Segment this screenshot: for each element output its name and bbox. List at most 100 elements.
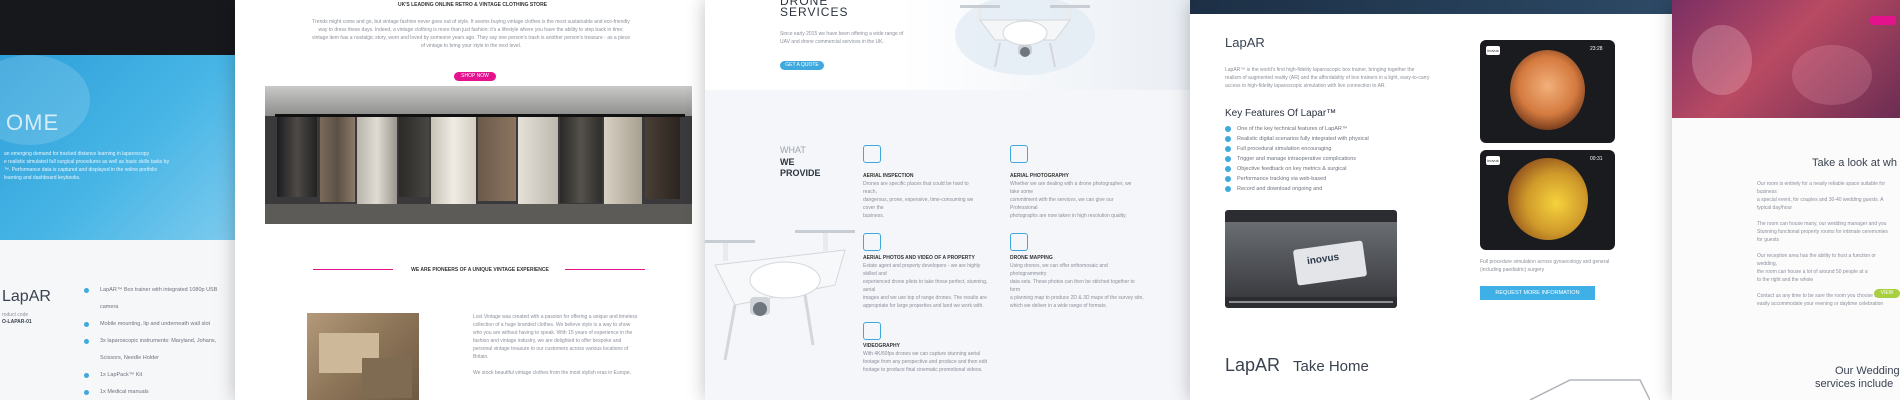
device-outline-image [1530, 379, 1650, 400]
hero-text-line: e realistic simulated full surgical proc… [4, 159, 170, 165]
feature-item: Record and download ongoing and [1225, 184, 1445, 194]
camera-icon [1010, 145, 1028, 163]
pioneers-line: personal vintage treasure to our custome… [473, 346, 629, 352]
feature-item: 3x laparoscopic instruments: Maryland, J… [84, 333, 234, 367]
inspection-icon [863, 145, 881, 163]
hero-banner: OME an emerging demand for tracked dista… [0, 55, 240, 240]
top-nav-band [1190, 0, 1680, 14]
top-dark-band [0, 0, 240, 55]
service-title: VIDEOGRAPHY [863, 343, 900, 349]
provide-label-2: WE [780, 157, 795, 167]
intro-line: way to dress these days. Indeed, a vinta… [318, 27, 624, 33]
feature-item: Full procedural simulation encouraging [1225, 144, 1445, 154]
hero-text-line: an emerging demand for tracked distance … [4, 151, 150, 157]
service-line: experienced drone pilots to take those p… [863, 279, 988, 293]
pioneers-heading: WE ARE PIONEERS OF A UNIQUE VINTAGE EXPE… [411, 267, 549, 273]
intro-line: vintage item has a nostalgic story, worn… [311, 35, 630, 41]
feature-item: LapAR™ Box trainer with integrated 1080p… [84, 282, 234, 316]
service-line: a planning map to produce 2D & 3D maps o… [1010, 295, 1144, 301]
feature-item: Realistic digital scenarios fully integr… [1225, 134, 1445, 144]
property-icon [863, 233, 881, 251]
intro-line: access to high-fidelity laparoscopic sim… [1225, 83, 1386, 89]
service-title: DRONE MAPPING [1010, 255, 1053, 261]
hero-line: UAV and drone commercial services in the… [780, 39, 884, 45]
service-line: images and we use top of range drones. T… [863, 295, 987, 301]
simulator-screen-1: inovus 23:28 [1480, 40, 1615, 143]
pioneers-line: We stock beautiful vintage clothes from … [473, 370, 632, 376]
service-line: Using drones, we can offer orthomosaic a… [1010, 263, 1108, 277]
body-line [1757, 212, 1897, 220]
service-line: footage from any perspective and produce… [863, 359, 987, 365]
pioneers-line: collection of a huge branded clothes. We… [473, 322, 631, 328]
feature-item: Objective feedback on key metrics & surg… [1225, 164, 1445, 174]
video-icon [863, 322, 881, 340]
feature-item: 1x Medical manuals [84, 384, 234, 400]
timer: 23:28 [1590, 46, 1603, 52]
view-button[interactable]: VIEW [1874, 289, 1900, 298]
feature-item: Mobile mounting, lip and underneath wall… [84, 316, 234, 333]
service-line: business. [863, 213, 885, 219]
drone-hero-image [955, 0, 1095, 75]
pioneers-line [473, 361, 693, 369]
lapar-logo: LapAR [2, 288, 51, 305]
hero-text-line: ™. Performance data is captured and disp… [4, 167, 158, 173]
body-line: Our reception area has the ability to ho… [1757, 253, 1876, 267]
service-line: data sets. These photos can then be stit… [1010, 279, 1135, 293]
take-home-title: Take Home [1293, 358, 1369, 375]
pioneers-line: Lost Vintage was created with a passion … [473, 314, 638, 320]
body-line: for guests [1757, 237, 1779, 243]
feature-item: Trigger and manage intraoperative compli… [1225, 154, 1445, 164]
shop-now-button[interactable]: SHOP NOW [454, 72, 496, 81]
take-look-heading: Take a look at wh [1812, 157, 1897, 169]
pioneers-line: fashion and vintage industry, we are del… [473, 338, 622, 344]
request-info-button[interactable]: REQUEST MORE INFORMATION [1480, 286, 1595, 300]
video-player[interactable]: inovus [1225, 210, 1397, 308]
video-progress[interactable] [1229, 301, 1393, 303]
product-code: O-LAPAR-01 [2, 319, 32, 325]
intro-line: Trends might come and go, but vintage fa… [312, 19, 630, 25]
service-line: Whether we are dealing with a drone phot… [1010, 181, 1132, 195]
store-heading: UK'S LEADING ONLINE RETRO & VINTAGE CLOT… [397, 2, 548, 8]
lapar-screenshot-left: OME an emerging demand for tracked dista… [0, 0, 240, 400]
service-title: AERIAL PHOTOGRAPHY [1010, 173, 1069, 179]
body-line: easily accommodate your evening or dayti… [1757, 301, 1884, 307]
brand-badge: inovus [1486, 46, 1500, 55]
body-line: typical day/hour [1757, 205, 1793, 211]
service-line: photographs are now taken in high resolu… [1010, 213, 1127, 219]
pioneers-line: Britain. [473, 354, 489, 360]
intro-line: LapAR™ is the world's first high-fidelit… [1225, 67, 1415, 73]
intro-line: realism of augmented reality (AR) and th… [1225, 75, 1430, 81]
feature-item: One of the key technical features of Lap… [1225, 124, 1445, 134]
brand-badge: inovus [1486, 156, 1500, 165]
feature-item: 1x LapPack™ Kit [84, 367, 234, 384]
service-title: AERIAL PHOTOS AND VIDEO OF A PROPERTY [863, 255, 975, 261]
provide-label-3: PROVIDE [780, 168, 821, 178]
body-line: The room can house many, our wedding man… [1757, 221, 1887, 227]
divider [313, 269, 393, 270]
hero-small-button[interactable] [1870, 16, 1896, 25]
feature-item: Performance tracking via web-based [1225, 174, 1445, 184]
provide-label-1: WHAT [780, 145, 806, 155]
hero-line: Since early 2015 we have been offering a… [780, 31, 904, 37]
mapping-icon [1010, 233, 1028, 251]
body-line: Our room is entirely for a nearly reliab… [1757, 181, 1886, 195]
intro-line: of vintage to bring your style to the ne… [420, 43, 522, 49]
service-line: With 4K/60fps drones we can capture stun… [863, 351, 981, 357]
features-heading: Key Features Of Lapar™ [1225, 108, 1337, 119]
drone-services-screenshot: DRONE SERVICES Since early 2015 we have … [705, 0, 1195, 400]
lapar-product-screenshot: LapAR LapAR™ is the world's first high-f… [1190, 0, 1680, 400]
hero-text-line: learning and dashboard keybooks. [4, 175, 81, 181]
caption-line: (including paediatric) surgery [1480, 267, 1545, 273]
take-home-logo: LapAR [1225, 355, 1281, 375]
service-line: Drones are specific places that could be… [863, 181, 969, 195]
clothing-rack-image [265, 86, 692, 224]
service-line: which we deliver in a wide range of form… [1010, 303, 1107, 309]
service-title: AERIAL INSPECTION [863, 173, 914, 179]
get-quote-button[interactable]: GET A QUOTE [780, 61, 824, 70]
service-line: dangerous, prone, expensive, time-consum… [863, 197, 974, 211]
hero-title-2: SERVICES [780, 5, 849, 19]
body-line: Stunning functional property rooms for i… [1757, 229, 1888, 235]
timer: 00:31 [1590, 156, 1603, 162]
hero-title: OME [6, 110, 60, 135]
body-line [1757, 244, 1897, 252]
